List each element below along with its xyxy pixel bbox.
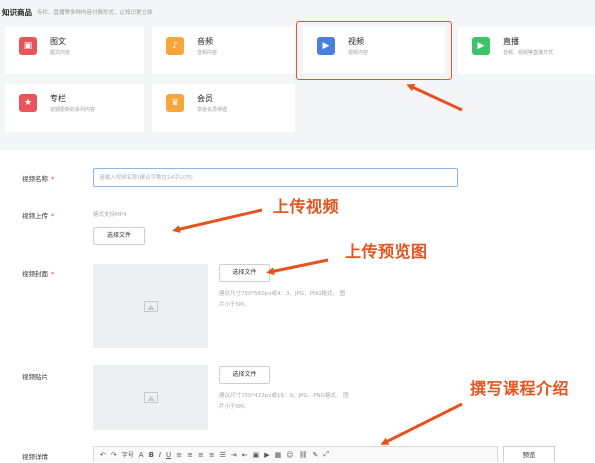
arrow-to-toolbar xyxy=(380,402,463,445)
annotation-arrows xyxy=(172,84,463,445)
arrow-to-video-card xyxy=(406,84,463,112)
arrow-to-upload xyxy=(172,208,263,233)
arrow-to-cover xyxy=(266,258,329,276)
